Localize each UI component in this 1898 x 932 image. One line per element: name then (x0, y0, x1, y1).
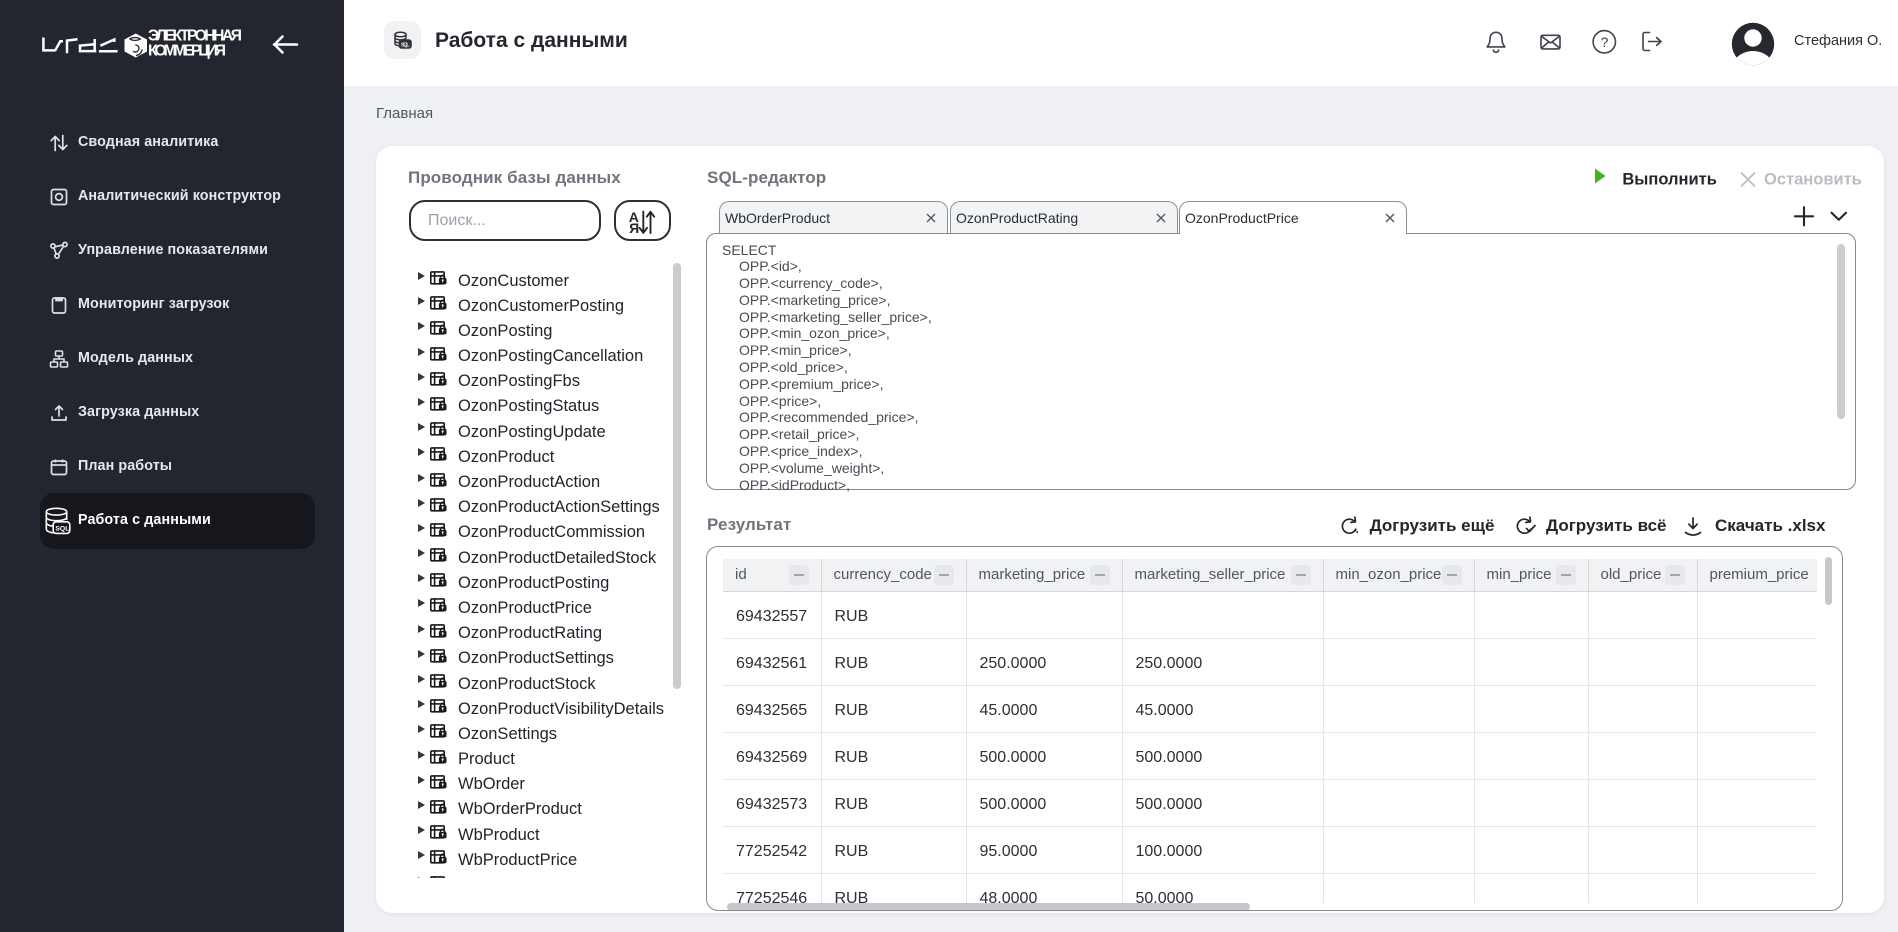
svg-text:КОММЕРЦИЯ: КОММЕРЦИЯ (148, 43, 226, 60)
svg-text:Остановить: Остановить (1764, 171, 1862, 189)
svg-text:Выполнить: Выполнить (1622, 171, 1716, 189)
svg-text:Скачать .xlsx: Скачать .xlsx (1715, 516, 1826, 535)
svg-text:SQL: SQL (401, 42, 410, 48)
svg-text:Догрузить ещё: Догрузить ещё (1370, 516, 1495, 535)
svg-text:Я: Я (629, 220, 639, 236)
svg-text:?: ? (1601, 34, 1609, 50)
svg-text:Догрузить всё: Догрузить всё (1546, 516, 1667, 535)
svg-text:SQL: SQL (55, 526, 69, 533)
